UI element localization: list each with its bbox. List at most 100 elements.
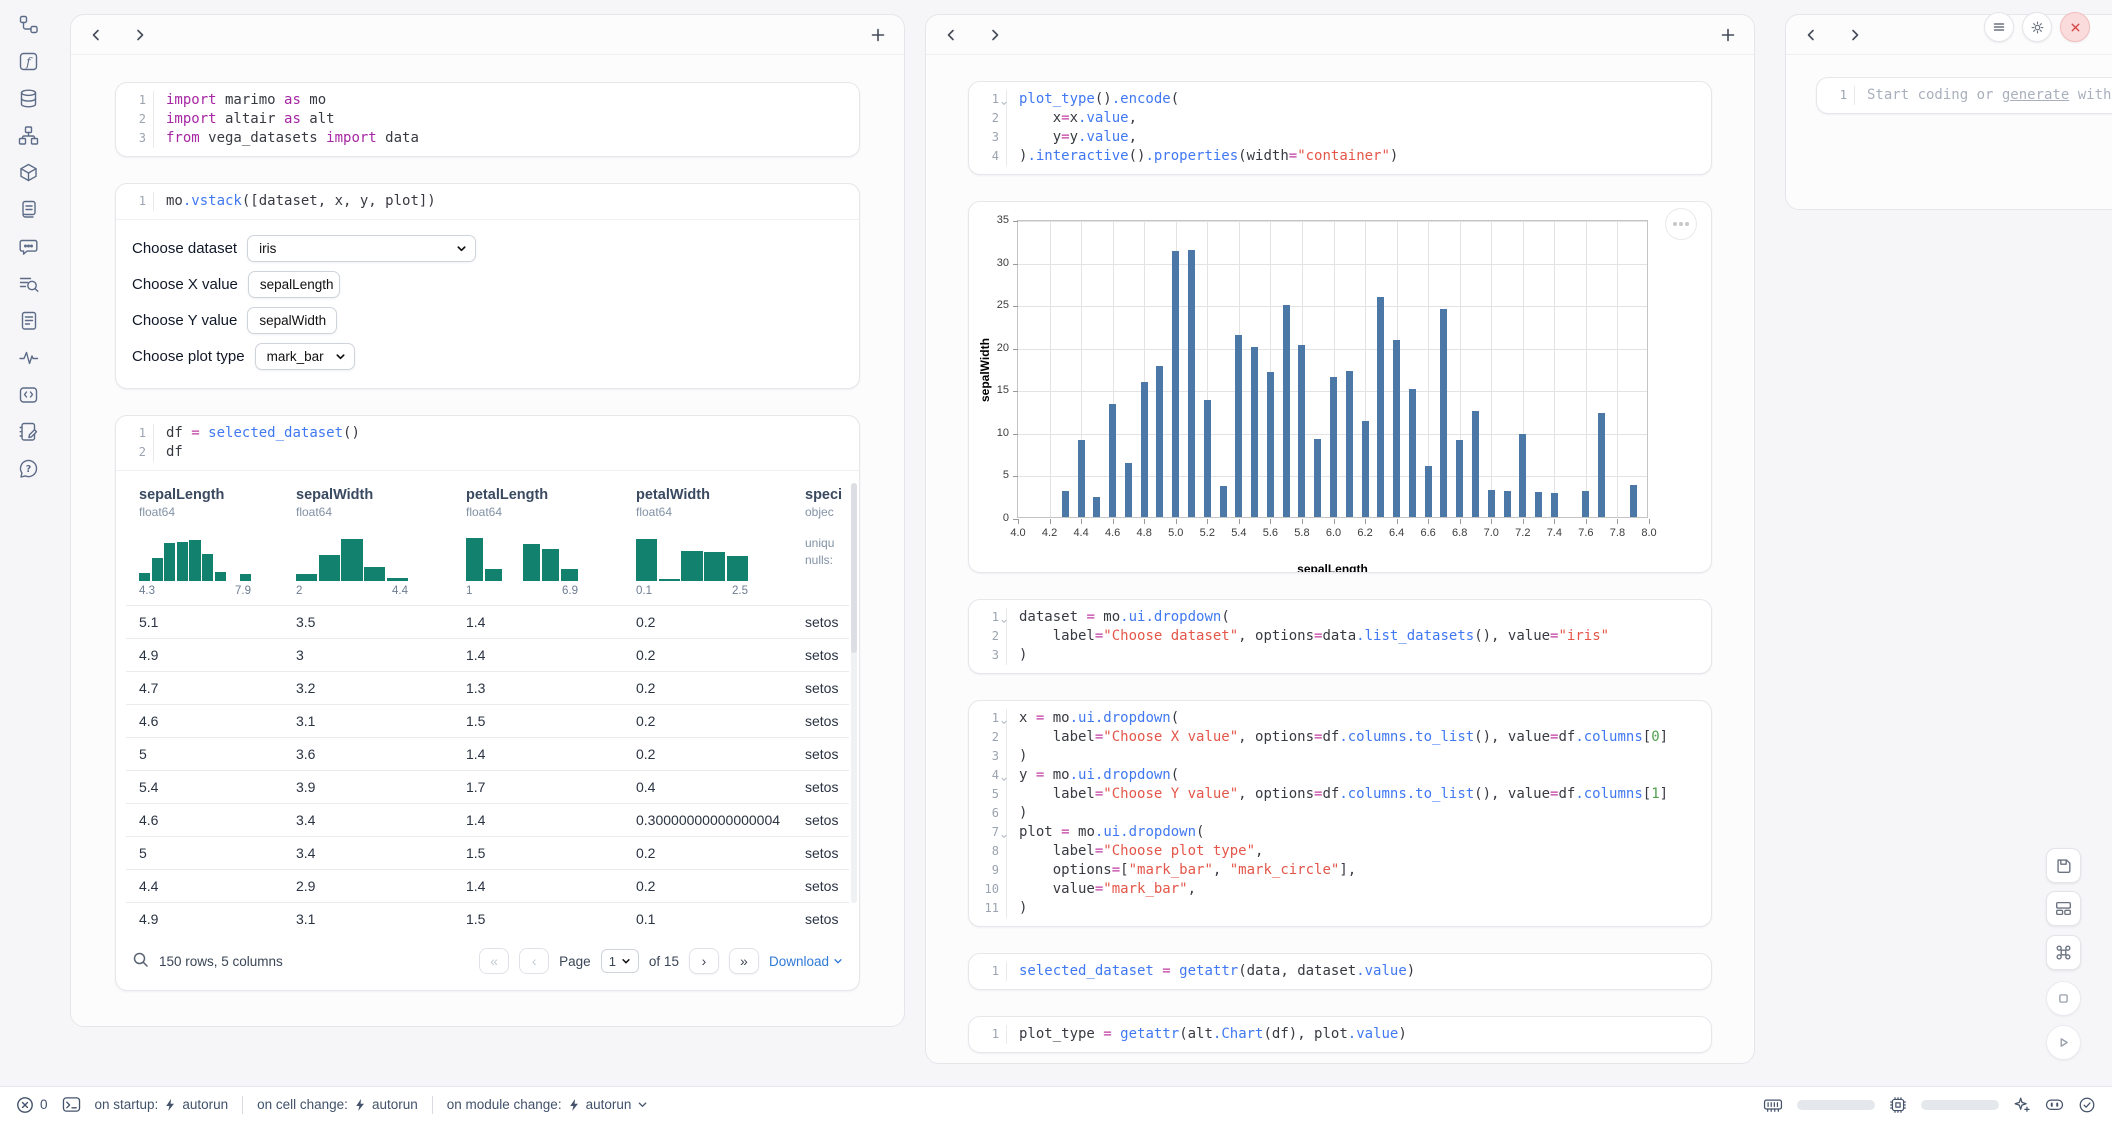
chart-bar: [1298, 345, 1305, 517]
chart-bar: [1062, 491, 1069, 517]
trace-search-icon[interactable]: [16, 271, 40, 295]
error-circle-icon: [16, 1096, 34, 1114]
column-histogram: [139, 531, 251, 581]
errors-indicator[interactable]: 0: [16, 1096, 48, 1114]
file-explorer-icon[interactable]: [16, 12, 40, 36]
y-value-select[interactable]: sepalWidth: [247, 307, 337, 334]
code-line: 1selected_dataset = getattr(data, datase…: [977, 962, 1699, 981]
chart-bar: [1362, 421, 1369, 517]
code-editor[interactable]: 1import marimo as mo2import altair as al…: [116, 83, 859, 156]
packages-icon[interactable]: [16, 160, 40, 184]
code-editor[interactable]: 1x = mo.ui.dropdown(2 label="Choose X va…: [969, 701, 1711, 926]
ai-chat-icon[interactable]: [16, 234, 40, 258]
on-startup-setting[interactable]: on startup: autorun: [95, 1097, 229, 1112]
code-line: 11): [977, 899, 1699, 918]
column-left-header: [71, 15, 904, 55]
chart-actions-icon[interactable]: [1665, 208, 1697, 240]
scratchpad-icon[interactable]: [16, 419, 40, 443]
on-module-change-setting[interactable]: on module change: autorun: [447, 1097, 649, 1112]
chart-bar: [1220, 486, 1227, 518]
menu-icon[interactable]: [1984, 12, 2014, 42]
code-line: 4).interactive().properties(width="conta…: [977, 147, 1699, 166]
plot-type-select[interactable]: mark_bar: [255, 343, 355, 370]
last-page-button[interactable]: »: [729, 948, 759, 974]
first-page-button[interactable]: «: [479, 948, 509, 974]
column-prev-icon[interactable]: [87, 26, 105, 44]
chart-bar: [1472, 411, 1479, 517]
close-icon[interactable]: [2060, 12, 2090, 42]
column-header-petalLength[interactable]: petalLengthfloat6416.9: [453, 479, 623, 605]
help-icon[interactable]: ?: [16, 456, 40, 480]
chart-bar: [1504, 491, 1511, 517]
table-scrollbar[interactable]: [851, 483, 857, 903]
terminal-icon[interactable]: [62, 1096, 81, 1113]
table-header: sepalLengthfloat644.37.9sepalWidthfloat6…: [126, 479, 849, 605]
cell-plot-encode: 1plot_type().encode(2 x=x.value,3 y=y.va…: [968, 81, 1712, 175]
control-row-dataset: Choose datasetiris: [132, 234, 843, 262]
code-editor[interactable]: 1plot_type().encode(2 x=x.value,3 y=y.va…: [969, 82, 1711, 174]
cell-dataset-dropdown: 1dataset = mo.ui.dropdown(2 label="Choos…: [968, 599, 1712, 674]
column-header-sepalLength[interactable]: sepalLengthfloat644.37.9: [126, 479, 283, 605]
layout-icon[interactable]: [2046, 891, 2081, 926]
dataset-select[interactable]: iris: [247, 235, 476, 262]
snippets-icon[interactable]: [16, 382, 40, 406]
column-prev-icon[interactable]: [942, 26, 960, 44]
check-circle-icon[interactable]: [2078, 1096, 2096, 1114]
chart-bar: [1456, 440, 1463, 517]
code-line: 4y = mo.ui.dropdown(: [977, 766, 1699, 785]
chart-bar: [1425, 466, 1432, 517]
copilot-icon[interactable]: [2045, 1097, 2064, 1112]
dependency-graph-icon[interactable]: [16, 123, 40, 147]
run-icon[interactable]: [2046, 1025, 2081, 1060]
code-editor[interactable]: 1df = selected_dataset()2df: [116, 416, 859, 470]
documentation-icon[interactable]: [16, 308, 40, 332]
column-next-icon[interactable]: [1846, 26, 1864, 44]
code-editor[interactable]: 1mo.vstack([dataset, x, y, plot]): [116, 184, 859, 219]
code-editor[interactable]: 1 Start coding or generate with: [1817, 78, 2112, 113]
code-line: 1plot_type().encode(: [977, 90, 1699, 109]
chart-bar: [1251, 347, 1258, 517]
code-line: 3 y=y.value,: [977, 128, 1699, 147]
code-line: 6): [977, 804, 1699, 823]
status-bar: 0 on startup: autorun on cell change: au…: [0, 1086, 2112, 1122]
column-next-icon[interactable]: [131, 26, 149, 44]
chart-bar: [1125, 463, 1132, 517]
code-editor[interactable]: 1selected_dataset = getattr(data, datase…: [969, 954, 1711, 989]
chart-bar: [1188, 250, 1195, 517]
line-number: 1: [1825, 86, 1855, 105]
code-editor[interactable]: 1dataset = mo.ui.dropdown(2 label="Choos…: [969, 600, 1711, 673]
page-select[interactable]: 1: [601, 949, 639, 973]
search-icon[interactable]: [132, 951, 149, 971]
x-value-select[interactable]: sepalLength: [248, 271, 340, 298]
download-button[interactable]: Download: [769, 954, 843, 969]
add-column-icon[interactable]: [1718, 25, 1738, 45]
stop-icon[interactable]: [2046, 981, 2081, 1016]
on-cell-change-setting[interactable]: on cell change: autorun: [257, 1097, 418, 1112]
dropdown-label: Choose X value: [132, 276, 238, 293]
ai-sparkle-icon[interactable]: [2013, 1096, 2031, 1114]
memory-icon: [1763, 1097, 1783, 1113]
code-editor[interactable]: 1plot_type = getattr(alt.Chart(df), plot…: [969, 1017, 1711, 1052]
tracing-icon[interactable]: [16, 345, 40, 369]
code-line: 1plot_type = getattr(alt.Chart(df), plot…: [977, 1025, 1699, 1044]
prev-page-button[interactable]: ‹: [519, 948, 549, 974]
column-prev-icon[interactable]: [1802, 26, 1820, 44]
variables-icon[interactable]: f: [16, 49, 40, 73]
add-column-icon[interactable]: [868, 25, 888, 45]
control-row-plot-type: Choose plot typemark_bar: [132, 342, 843, 370]
next-page-button[interactable]: ›: [689, 948, 719, 974]
command-icon[interactable]: [2046, 935, 2081, 970]
generate-link[interactable]: generate: [2002, 87, 2069, 103]
chart-bar: [1330, 377, 1337, 517]
column-header-speci[interactable]: speciobjecuniqunulls:: [792, 479, 849, 605]
column-next-icon[interactable]: [986, 26, 1004, 44]
logs-icon[interactable]: [16, 197, 40, 221]
chart-bar: [1109, 404, 1116, 517]
chart-bar: [1314, 439, 1321, 517]
column-header-sepalWidth[interactable]: sepalWidthfloat6424.4: [283, 479, 453, 605]
data-sources-icon[interactable]: [16, 86, 40, 110]
column-header-petalWidth[interactable]: petalWidthfloat640.12.5: [623, 479, 792, 605]
settings-gear-icon[interactable]: [2022, 12, 2052, 42]
save-icon[interactable]: [2046, 848, 2081, 883]
chart-bar: [1093, 497, 1100, 517]
